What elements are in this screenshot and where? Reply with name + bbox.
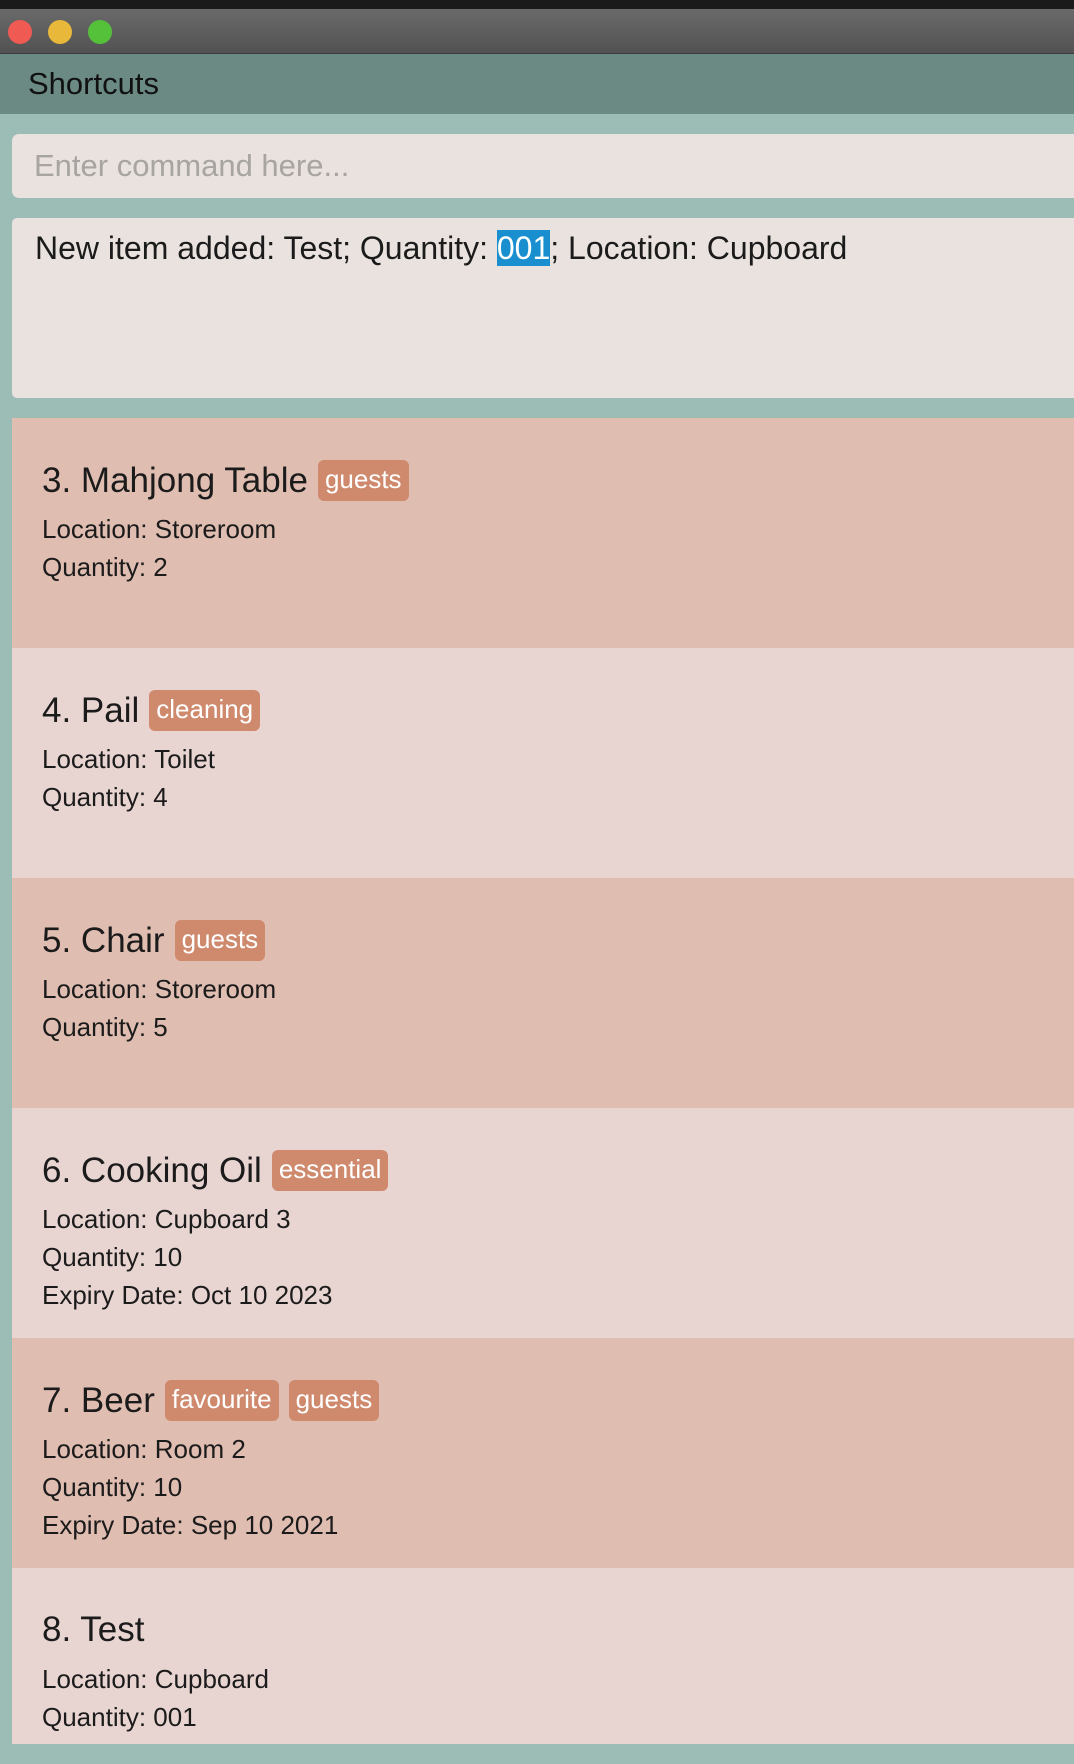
item-header: 6. Cooking Oil essential bbox=[42, 1150, 389, 1191]
item-tag: cleaning bbox=[149, 690, 261, 731]
item-name: 7. Beer bbox=[42, 1380, 155, 1420]
item-tag: guests bbox=[174, 920, 266, 961]
item-tag: guests bbox=[288, 1380, 380, 1421]
command-input[interactable] bbox=[34, 134, 1074, 198]
item-header: 3. Mahjong Table guests bbox=[42, 460, 409, 501]
item-quantity: Quantity: 001 bbox=[42, 1702, 197, 1732]
item-card[interactable]: 8. Test Location: Cupboard Quantity: 001 bbox=[12, 1568, 1074, 1744]
item-quantity: Quantity: 2 bbox=[42, 552, 168, 582]
item-name: 4. Pail bbox=[42, 690, 140, 730]
item-name: 3. Mahjong Table bbox=[42, 460, 308, 500]
item-card[interactable]: 5. Chair guests Location: Storeroom Quantit… bbox=[12, 878, 1074, 1108]
menu-shortcuts[interactable]: Shortcuts bbox=[28, 66, 159, 102]
item-list[interactable]: 2. Tissue BoxessentialLocation: BedroomQ… bbox=[12, 418, 1074, 1744]
minimize-window-icon[interactable] bbox=[48, 20, 72, 44]
item-quantity: Quantity: 5 bbox=[42, 1012, 168, 1042]
maximize-window-icon[interactable] bbox=[88, 20, 112, 44]
item-card[interactable]: 7. Beer favourite guests Location: Room 2 Qu… bbox=[12, 1338, 1074, 1568]
window-titlebar bbox=[0, 0, 1074, 54]
item-name: 8. Test bbox=[42, 1610, 145, 1649]
item-quantity: Quantity: 4 bbox=[42, 782, 168, 812]
item-card[interactable]: 3. Mahjong Table guests Location: Storeroo… bbox=[12, 418, 1074, 648]
result-display: New item added: Test; Quantity: 001; Loc… bbox=[12, 218, 1074, 398]
item-card[interactable]: 4. Pail cleaning Location: Toilet Quantity:… bbox=[12, 648, 1074, 878]
item-location: Location: Cupboard bbox=[42, 1664, 269, 1694]
command-box bbox=[12, 134, 1074, 198]
result-suffix: ; Location: Cupboard bbox=[550, 230, 848, 266]
item-location: Location: Room 2 bbox=[42, 1434, 246, 1464]
item-expiry-date: Expiry Date: Oct 10 2023 bbox=[42, 1280, 333, 1310]
item-tag: essential bbox=[271, 1150, 389, 1191]
close-window-icon[interactable] bbox=[8, 20, 32, 44]
item-card[interactable]: 6. Cooking Oil essential Location: Cupboar… bbox=[12, 1108, 1074, 1338]
item-location: Location: Storeroom bbox=[42, 974, 277, 1004]
result-prefix: New item added: Test; Quantity: bbox=[35, 230, 497, 266]
item-location: Location: Storeroom bbox=[42, 514, 277, 544]
item-header: 5. Chair guests bbox=[42, 920, 266, 961]
item-header: 8. Test bbox=[42, 1610, 144, 1650]
item-name: 6. Cooking Oil bbox=[42, 1150, 262, 1190]
result-message: New item added: Test; Quantity: 001; Loc… bbox=[35, 230, 847, 267]
result-highlight: 001 bbox=[496, 230, 551, 266]
item-quantity: Quantity: 10 bbox=[42, 1242, 183, 1272]
item-location: Location: Toilet bbox=[42, 744, 215, 774]
item-header: 4. Pail cleaning bbox=[42, 690, 261, 731]
item-header: 7. Beer favourite guests bbox=[42, 1380, 380, 1421]
item-location: Location: Cupboard 3 bbox=[42, 1204, 291, 1234]
item-expiry-date: Expiry Date: Sep 10 2021 bbox=[42, 1510, 339, 1540]
item-tag: favourite bbox=[164, 1380, 279, 1421]
item-quantity: Quantity: 10 bbox=[42, 1472, 183, 1502]
menu-bar: Shortcuts bbox=[0, 54, 1074, 114]
item-name: 5. Chair bbox=[42, 920, 165, 960]
item-list-content: 2. Tissue BoxessentialLocation: BedroomQ… bbox=[12, 418, 1074, 1744]
item-tag: guests bbox=[317, 460, 409, 501]
